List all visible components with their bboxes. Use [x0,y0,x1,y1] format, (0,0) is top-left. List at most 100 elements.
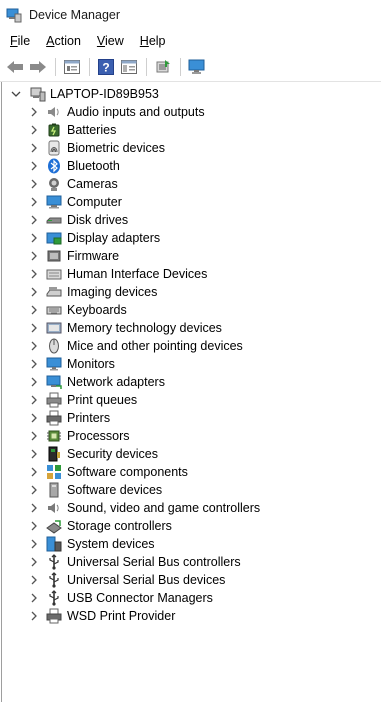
menu-file[interactable]: File [2,34,38,48]
tree-item-category[interactable]: Memory technology devices [28,319,260,337]
tree-item-category[interactable]: Storage controllers [28,517,260,535]
tree-item-category[interactable]: Monitors [28,355,260,373]
tree-item-category[interactable]: Software components [28,463,260,481]
tree-item-label: Memory technology devices [67,321,222,335]
tree-item-category[interactable]: Cameras [28,175,260,193]
help-icon[interactable]: ? [95,56,117,78]
expand-chevron-icon[interactable] [28,376,40,388]
menu-action[interactable]: Action [38,34,89,48]
tree-item-label: Imaging devices [67,285,158,299]
storage-controller-icon [46,518,62,534]
tree-item-label: Audio inputs and outputs [67,105,205,119]
expand-chevron-icon[interactable] [28,160,40,172]
update-driver-icon[interactable] [152,56,174,78]
tree-item-label: Software devices [67,483,163,497]
expand-chevron-icon[interactable] [28,286,40,298]
menu-help[interactable]: Help [132,34,174,48]
tree-root-computer[interactable]: LAPTOP-ID89B953 [10,85,159,103]
expand-chevron-icon[interactable] [28,178,40,190]
expand-chevron-icon[interactable] [28,610,40,622]
expand-chevron-icon[interactable] [28,322,40,334]
tree-item-category[interactable]: Bluetooth [28,157,260,175]
expand-chevron-icon[interactable] [28,520,40,532]
properties-icon[interactable] [61,56,83,78]
expand-chevron-icon[interactable] [28,196,40,208]
expand-chevron-icon[interactable] [28,466,40,478]
back-icon[interactable] [4,56,26,78]
tree-item-category[interactable]: USB Connector Managers [28,589,260,607]
tree-item-label: System devices [67,537,155,551]
tree-item-label: Batteries [67,123,117,137]
expand-chevron-icon[interactable] [28,106,40,118]
speaker-icon [46,104,62,120]
expand-chevron-icon[interactable] [28,502,40,514]
expand-chevron-icon[interactable] [28,592,40,604]
expand-chevron-icon[interactable] [28,304,40,316]
tree-item-category[interactable]: Imaging devices [28,283,260,301]
expand-chevron-icon[interactable] [28,232,40,244]
toolbar-separator [146,57,147,76]
mouse-icon [46,338,62,354]
tree-item-category[interactable]: Batteries [28,121,260,139]
tree-item-category[interactable]: Processors [28,427,260,445]
tree-item-category[interactable]: Print queues [28,391,260,409]
expand-chevron-icon[interactable] [28,574,40,586]
expand-chevron-icon[interactable] [28,358,40,370]
tree-item-category[interactable]: Computer [28,193,260,211]
tree-item-category[interactable]: Display adapters [28,229,260,247]
show-hide-console-tree-icon[interactable] [118,56,140,78]
expand-chevron-icon[interactable] [28,394,40,406]
tree-item-category[interactable]: WSD Print Provider [28,607,260,625]
collapse-chevron-icon[interactable] [10,88,22,100]
tree-item-category[interactable]: Disk drives [28,211,260,229]
expand-chevron-icon[interactable] [28,538,40,550]
scan-hardware-icon[interactable] [186,56,208,78]
tree-item-category[interactable]: Universal Serial Bus controllers [28,553,260,571]
usb-icon [46,590,62,606]
expand-chevron-icon[interactable] [28,430,40,442]
expand-chevron-icon[interactable] [28,412,40,424]
menu-view[interactable]: View [89,34,132,48]
expand-chevron-icon[interactable] [28,556,40,568]
computer-icon [46,194,62,210]
tree-item-label: Biometric devices [67,141,165,155]
forward-icon[interactable] [27,56,49,78]
expand-chevron-icon[interactable] [28,340,40,352]
expand-chevron-icon[interactable] [28,124,40,136]
expand-chevron-icon[interactable] [28,448,40,460]
tree-item-label: WSD Print Provider [67,609,176,623]
keyboard-icon [46,302,62,318]
svg-text:?: ? [102,60,109,74]
device-tree[interactable]: LAPTOP-ID89B953 Audio inputs and outputs… [1,82,381,702]
tree-item-category[interactable]: Mice and other pointing devices [28,337,260,355]
tree-item-category[interactable]: System devices [28,535,260,553]
tree-item-category[interactable]: Printers [28,409,260,427]
device-manager-window: Device Manager File Action View Help ? L… [0,0,381,702]
expand-chevron-icon[interactable] [28,142,40,154]
tree-item-label: USB Connector Managers [67,591,213,605]
tree-item-label: Universal Serial Bus controllers [67,555,241,569]
software-component-icon [46,464,62,480]
tree-item-category[interactable]: Universal Serial Bus devices [28,571,260,589]
tree-item-category[interactable]: Network adapters [28,373,260,391]
tree-item-category[interactable]: Sound, video and game controllers [28,499,260,517]
printer-icon [46,410,62,426]
tree-item-label: Network adapters [67,375,165,389]
usb-icon [46,554,62,570]
expand-chevron-icon[interactable] [28,214,40,226]
battery-icon [46,122,62,138]
tree-item-category[interactable]: Firmware [28,247,260,265]
expand-chevron-icon[interactable] [28,268,40,280]
disk-drive-icon [46,212,62,228]
expand-chevron-icon[interactable] [28,484,40,496]
tree-item-category[interactable]: Human Interface Devices [28,265,260,283]
tree-item-category[interactable]: Keyboards [28,301,260,319]
expand-chevron-icon[interactable] [28,250,40,262]
display-adapter-icon [46,230,62,246]
tree-item-category[interactable]: Security devices [28,445,260,463]
tree-item-category[interactable]: Software devices [28,481,260,499]
tree-item-category[interactable]: Audio inputs and outputs [28,103,260,121]
tree-item-category[interactable]: Biometric devices [28,139,260,157]
hid-icon [46,266,62,282]
network-adapter-icon [46,374,62,390]
